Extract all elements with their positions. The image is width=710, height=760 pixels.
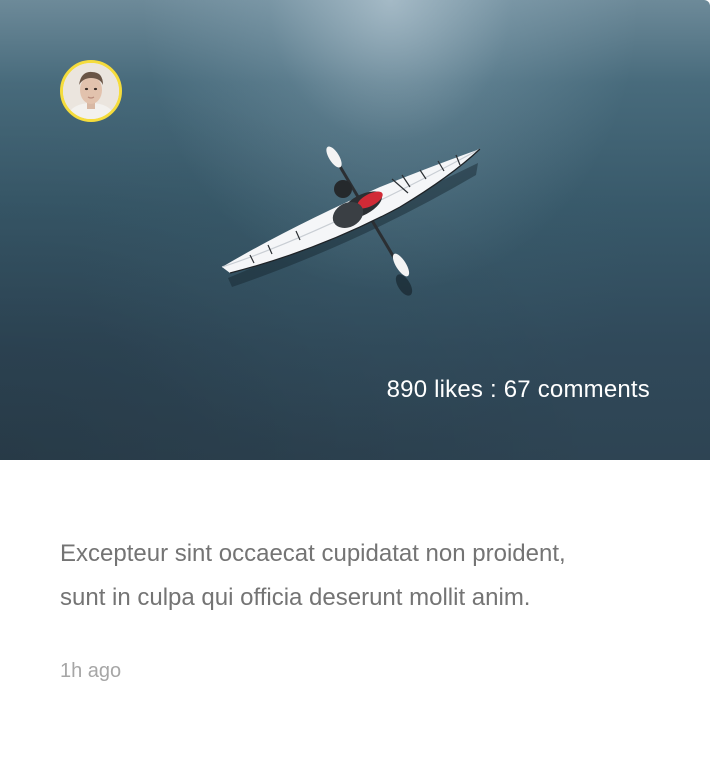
post-caption: Excepteur sint occaecat cupidatat non pr… xyxy=(60,532,660,620)
post-card: 890 likes : 67 comments Excepteur sint o… xyxy=(0,0,710,760)
user-avatar[interactable] xyxy=(60,60,122,122)
post-stats[interactable]: 890 likes : 67 comments xyxy=(387,376,650,404)
caption-line-2: sunt in culpa qui officia deserunt molli… xyxy=(60,584,531,611)
kayak-illustration xyxy=(221,146,481,296)
post-image[interactable]: 890 likes : 67 comments xyxy=(0,0,710,460)
avatar-icon xyxy=(63,63,119,119)
post-timestamp: 1h ago xyxy=(60,660,122,682)
caption-line-1: Excepteur sint occaecat cupidatat non pr… xyxy=(60,540,566,567)
post-body: Excepteur sint occaecat cupidatat non pr… xyxy=(60,532,660,620)
